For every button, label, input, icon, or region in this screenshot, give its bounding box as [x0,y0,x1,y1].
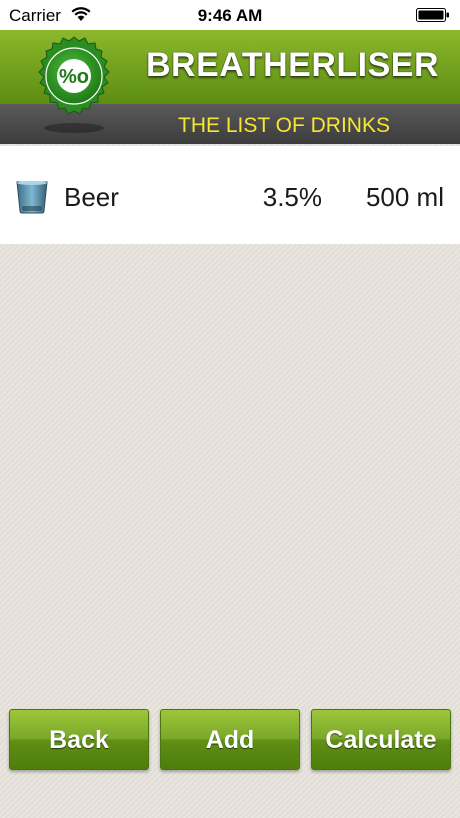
drink-volume: 500 ml [365,182,444,212]
drink-abv: 3.5% [262,182,322,212]
logo-symbol: %o [59,66,89,88]
glass-icon [16,181,48,214]
bottle-cap-logo-icon: %o [38,36,110,133]
list-item[interactable]: Beer 3.5% 500 ml [0,146,460,244]
battery-icon [416,8,449,22]
status-bar: Carrier 9:46 AM [0,0,460,30]
back-button[interactable]: Back [9,709,149,770]
add-button[interactable]: Add [160,709,300,770]
page-subtitle: THE LIST OF DRINKS [178,114,390,137]
app-title: BREATHERLISER [146,46,439,84]
drink-name: Beer [64,182,119,212]
calculate-button[interactable]: Calculate [311,709,451,770]
status-time: 9:46 AM [197,6,263,25]
drink-list: Beer 3.5% 500 ml [0,146,460,244]
